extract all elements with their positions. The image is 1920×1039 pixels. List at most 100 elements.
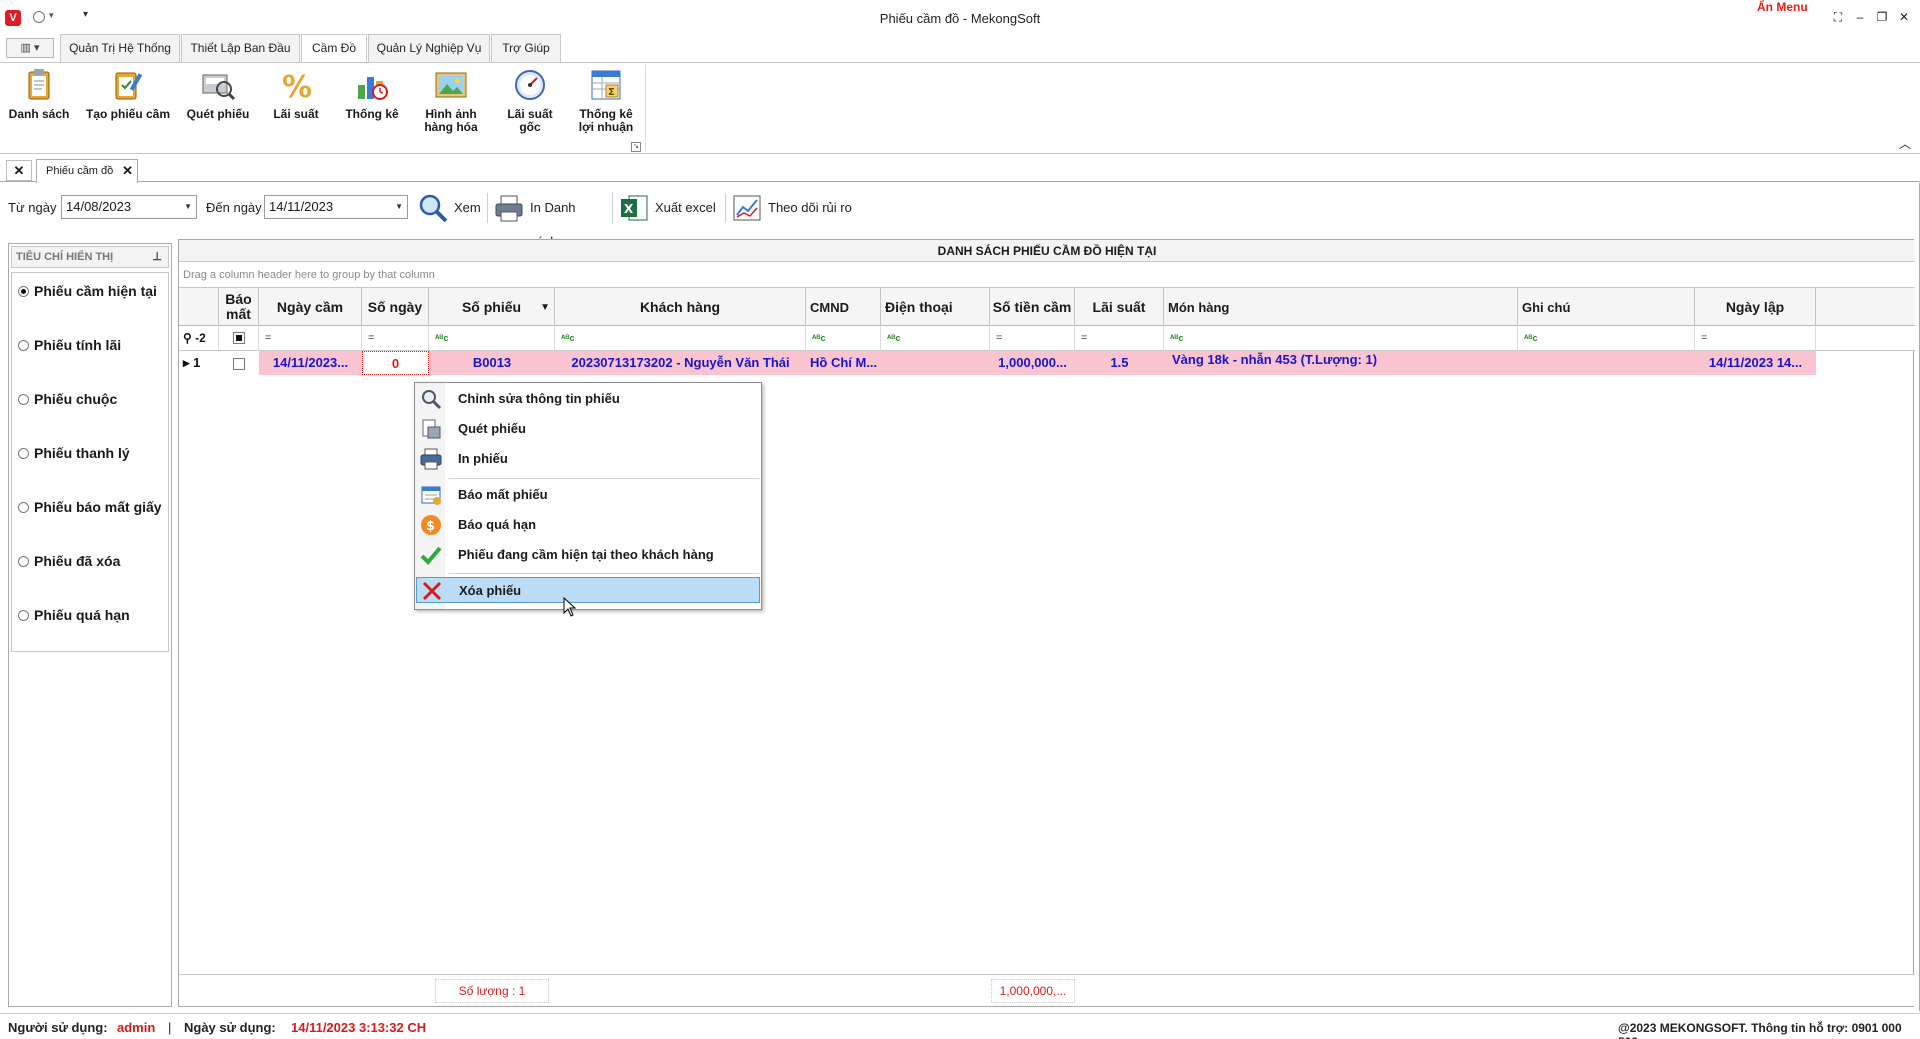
cell-khach-hang[interactable]: 20230713173202 - Nguyễn Văn Thái: [555, 351, 806, 375]
filter-ghi-chu[interactable]: ᴬᴮc: [1518, 326, 1695, 351]
cell-ngay-lap[interactable]: 14/11/2023 14...: [1695, 351, 1816, 375]
minimize-icon[interactable]: –: [1851, 9, 1869, 25]
header-lai-suat[interactable]: Lãi suất: [1075, 288, 1164, 326]
header-so-tien-cam[interactable]: Số tiền cầm: [990, 288, 1075, 326]
ribbon-tao-phieu-cam-button[interactable]: Tạo phiếu cầm: [84, 67, 172, 121]
to-date-picker[interactable]: 14/11/2023 ▼: [264, 195, 408, 219]
radio-button[interactable]: [18, 448, 29, 459]
radio-phieu-qua-han[interactable]: Phiếu quá hạn: [18, 605, 130, 625]
chevron-down-icon[interactable]: ▼: [184, 196, 192, 218]
hide-menu-link[interactable]: Ẩn Menu: [1757, 0, 1808, 14]
menu-item-delete-ticket[interactable]: Xóa phiếu: [416, 577, 760, 603]
header-ngay-lap[interactable]: Ngày lập: [1695, 288, 1816, 326]
radio-button[interactable]: [18, 502, 29, 513]
filter-lai-suat[interactable]: =: [1075, 326, 1164, 351]
radio-phieu-da-xoa[interactable]: Phiếu đã xóa: [18, 551, 120, 571]
close-tab-icon[interactable]: ✕: [122, 160, 133, 182]
filter-ngay-cam[interactable]: =: [259, 326, 362, 351]
radio-button[interactable]: [18, 340, 29, 351]
filter-bao-mat[interactable]: [219, 326, 259, 351]
sort-dropdown-icon[interactable]: ▼: [540, 300, 550, 315]
radio-label: Phiếu báo mất giấy: [34, 499, 162, 515]
menu-separator: [449, 478, 759, 479]
table-row[interactable]: ▸ 1 14/11/2023... 0 B0013 20230713173202…: [179, 351, 1915, 375]
header-khach-hang[interactable]: Khách hàng: [555, 288, 806, 326]
close-window-icon[interactable]: ✕: [1895, 9, 1913, 25]
cell-cmnd[interactable]: Hồ Chí M...: [806, 351, 881, 375]
print-list-button[interactable]: In Danh sách: [494, 191, 606, 249]
document-tab-label: Phiếu cầm đồ: [46, 165, 114, 177]
filter-mon-hang[interactable]: ᴬᴮc: [1164, 326, 1518, 351]
filter-dien-thoai[interactable]: ᴬᴮc: [881, 326, 990, 351]
filter-cmnd[interactable]: ᴬᴮc: [806, 326, 881, 351]
ribbon-thong-ke-button[interactable]: Thống kê: [342, 67, 402, 121]
radio-phieu-thanh-ly[interactable]: Phiếu thanh lý: [18, 443, 130, 463]
risk-tracking-button[interactable]: Theo dõi rủi ro: [732, 191, 858, 225]
header-mon-hang[interactable]: Món hàng: [1164, 288, 1518, 326]
cell-so-tien-cam[interactable]: 1,000,000...: [990, 351, 1075, 375]
restore-icon[interactable]: ❐: [1873, 9, 1891, 25]
ribbon-thong-ke-loi-nhuan-button[interactable]: Σ Thống kê lợi nhuận: [574, 67, 638, 134]
row-indicator[interactable]: ▸ 1: [179, 351, 219, 375]
cell-ghi-chu[interactable]: [1518, 351, 1695, 375]
radio-button[interactable]: [18, 286, 29, 297]
tab-thiet-lap-ban-dau[interactable]: Thiết Lập Ban Đầu: [181, 34, 300, 62]
menu-item-current-by-customer[interactable]: Phiếu đang cầm hiện tại theo khách hàng: [416, 542, 760, 568]
menu-item-report-overdue[interactable]: $ Báo quá hạn: [416, 512, 760, 538]
cell-mon-hang[interactable]: Vàng 18k - nhẫn 453 (T.Lượng: 1): [1164, 351, 1518, 375]
radio-phieu-cam-hien-tai[interactable]: Phiếu cầm hiện tại: [18, 281, 157, 301]
header-cmnd[interactable]: CMND: [806, 288, 881, 326]
tab-cam-do[interactable]: Cầm Đồ: [301, 34, 367, 63]
menu-item-report-lost[interactable]: Báo mất phiếu: [416, 482, 760, 508]
radio-phieu-tinh-lai[interactable]: Phiếu tính lãi: [18, 335, 121, 355]
menu-item-print-ticket[interactable]: In phiếu: [416, 446, 760, 472]
ribbon-lai-suat-goc-button[interactable]: Lãi suất gốc: [500, 67, 560, 134]
tab-quan-tri-he-thong[interactable]: Quản Trị Hệ Thống: [60, 34, 180, 62]
filter-ngay-lap[interactable]: =: [1695, 326, 1816, 351]
header-ngay-cam[interactable]: Ngày cầm: [259, 288, 362, 326]
header-dien-thoai[interactable]: Điện thoại: [881, 288, 990, 326]
header-bao-mat[interactable]: Báo mất: [219, 288, 259, 326]
filter-so-tien-cam[interactable]: =: [990, 326, 1075, 351]
cell-ngay-cam[interactable]: 14/11/2023...: [259, 351, 362, 375]
view-button[interactable]: Xem: [418, 191, 484, 225]
group-by-panel[interactable]: Drag a column header here to group by th…: [179, 262, 1915, 288]
fullscreen-icon[interactable]: ⛶: [1829, 9, 1847, 25]
ribbon-group-launcher-icon[interactable]: ↘: [631, 142, 641, 152]
filter-checkbox[interactable]: [232, 332, 245, 345]
close-all-documents-icon[interactable]: ✕: [6, 160, 32, 181]
ribbon-lai-suat-button[interactable]: % Lãi suất: [266, 67, 326, 121]
filter-so-ngay[interactable]: =: [362, 326, 429, 351]
cell-bao-mat[interactable]: [219, 351, 259, 375]
collapse-ribbon-icon[interactable]: ︿: [1899, 135, 1911, 152]
cell-so-ngay[interactable]: 0: [362, 351, 429, 375]
app-menu-button[interactable]: ▥ ▾: [6, 38, 54, 58]
ribbon-hinh-anh-hang-hoa-button[interactable]: Hình ảnh hàng hóa: [418, 67, 484, 134]
pin-icon[interactable]: ⊥: [152, 247, 162, 267]
chevron-down-icon[interactable]: ▼: [395, 196, 403, 218]
export-excel-button[interactable]: X Xuất excel: [619, 191, 719, 225]
radio-button[interactable]: [18, 556, 29, 567]
radio-phieu-chuoc[interactable]: Phiếu chuộc: [18, 389, 117, 409]
radio-button[interactable]: [18, 394, 29, 405]
header-so-phieu[interactable]: Số phiếu ▼: [429, 288, 555, 326]
header-so-ngay[interactable]: Số ngày: [362, 288, 429, 326]
tab-quan-ly-nghiep-vu[interactable]: Quản Lý Nghiệp Vụ: [368, 34, 490, 62]
document-tab[interactable]: Phiếu cầm đồ ✕: [36, 159, 138, 183]
radio-phieu-bao-mat-giay[interactable]: Phiếu báo mất giấy: [18, 497, 162, 517]
lost-checkbox[interactable]: [233, 357, 245, 370]
radio-button[interactable]: [18, 610, 29, 621]
menu-item-scan-ticket[interactable]: Quét phiếu: [416, 416, 760, 442]
from-date-picker[interactable]: 14/08/2023 ▼: [61, 195, 197, 219]
header-ghi-chu[interactable]: Ghi chú: [1518, 288, 1695, 326]
ribbon-quet-phieu-button[interactable]: Quét phiếu: [184, 67, 252, 121]
cell-lai-suat[interactable]: 1.5: [1075, 351, 1164, 375]
cell-so-phieu[interactable]: B0013: [429, 351, 555, 375]
filter-khach-hang[interactable]: ᴬᴮc: [555, 326, 806, 351]
ribbon-danh-sach-button[interactable]: Danh sách: [6, 67, 72, 121]
cell-dien-thoai[interactable]: [881, 351, 990, 375]
filter-so-phieu[interactable]: ᴬᴮc: [429, 326, 555, 351]
menu-item-edit-ticket[interactable]: Chỉnh sửa thông tin phiếu: [416, 386, 760, 412]
tab-tro-giup[interactable]: Trợ Giúp: [491, 34, 561, 62]
printer-icon: [494, 193, 524, 223]
